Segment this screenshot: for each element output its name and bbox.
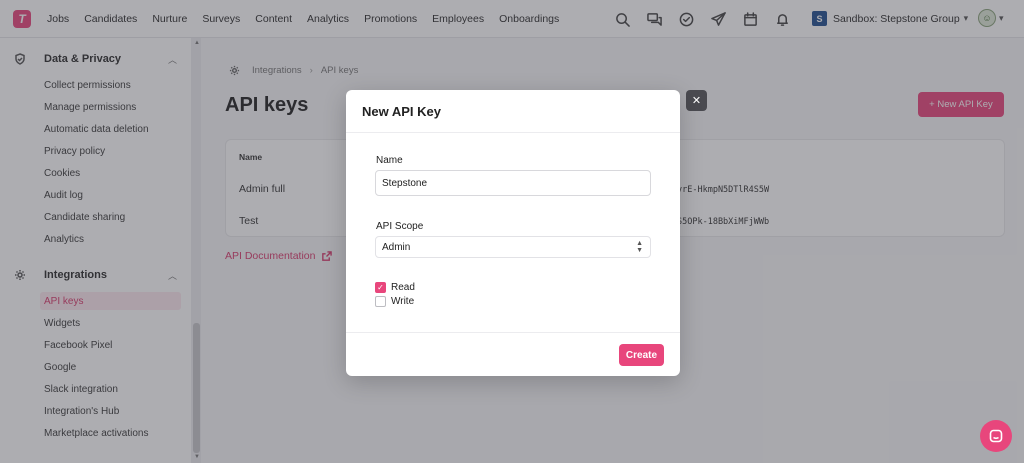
write-label: Write [391, 296, 415, 307]
message-icon [989, 429, 1003, 443]
name-label: Name [376, 155, 403, 166]
select-arrows-icon: ▲ ▼ [636, 240, 643, 254]
create-button[interactable]: Create [619, 344, 664, 366]
modal-title: New API Key [362, 104, 441, 119]
close-icon[interactable]: ✕ [686, 90, 707, 111]
write-checkbox-row[interactable]: Write [375, 296, 414, 307]
api-scope-select[interactable]: Admin ▲ ▼ [375, 236, 651, 258]
new-api-key-modal: New API Key Name API Scope Admin ▲▼ ✓ Re… [346, 90, 680, 376]
read-label: Read [391, 282, 415, 293]
write-checkbox[interactable] [375, 296, 386, 307]
modal-divider [346, 132, 680, 133]
read-checkbox-row[interactable]: ✓ Read [375, 282, 415, 293]
read-checkbox[interactable]: ✓ [375, 282, 386, 293]
support-chat-button[interactable] [980, 420, 1012, 452]
name-field[interactable] [375, 170, 651, 196]
api-scope-label: API Scope [376, 221, 424, 232]
api-scope-value: Admin [382, 241, 411, 253]
modal-divider [346, 332, 680, 333]
